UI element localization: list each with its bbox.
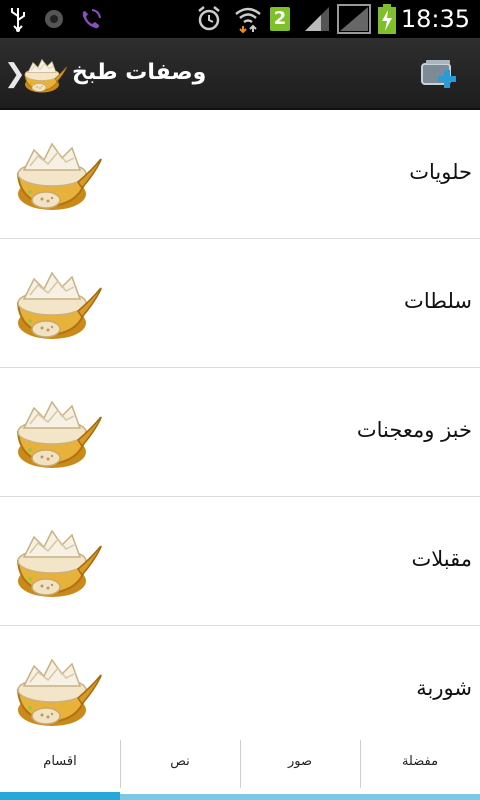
list-item-label: سلطات: [404, 289, 472, 313]
screen: 2 18:35 ❯ وصفات طبخ حلويات سلطات خبز ومع…: [0, 0, 480, 800]
category-list: حلويات سلطات خبز ومعجنات مقبلات شوربة: [0, 110, 480, 740]
signal-icon: [302, 0, 332, 38]
list-item-label: حلويات: [409, 160, 472, 184]
list-item-label: شوربة: [416, 676, 472, 700]
wifi-icon: [233, 0, 263, 38]
list-item-label: خبز ومعجنات: [356, 418, 472, 442]
bottom-tab-bar: اقسام نص صور مفضلة: [0, 740, 480, 800]
voicemail-icon: [42, 0, 66, 38]
tab-indicator: [240, 794, 360, 800]
sim-badge-icon: 2: [268, 0, 292, 38]
tab-label: صور: [287, 754, 313, 769]
cooking-bowl-icon: [8, 646, 104, 732]
list-item-bread-pastries[interactable]: خبز ومعجنات: [0, 368, 480, 497]
list-item-salads[interactable]: سلطات: [0, 239, 480, 368]
list-item-desserts[interactable]: حلويات: [0, 110, 480, 239]
tab-label: اقسام: [43, 754, 77, 769]
tab-favorites[interactable]: مفضلة: [360, 740, 480, 800]
cooking-bowl-icon: [8, 388, 104, 474]
signal-empty-icon: [336, 0, 372, 38]
tab-label: مفضلة: [401, 754, 439, 769]
cooking-bowl-icon: [8, 517, 104, 603]
status-bar: 2 18:35: [0, 0, 480, 38]
tab-images[interactable]: صور: [240, 740, 360, 800]
notification-count: 2: [270, 7, 290, 31]
list-item-appetizers[interactable]: مقبلات: [0, 497, 480, 626]
usb-icon: [6, 0, 30, 38]
tab-text[interactable]: نص: [120, 740, 240, 800]
list-item-soup[interactable]: شوربة: [0, 626, 480, 740]
app-title: وصفات طبخ: [72, 60, 207, 85]
action-bar: ❯ وصفات طبخ: [0, 38, 480, 110]
battery-charging-icon: [376, 0, 398, 38]
tab-indicator: [360, 794, 480, 800]
list-item-label: مقبلات: [411, 547, 472, 571]
cooking-bowl-icon: [8, 259, 104, 345]
cooking-bowl-icon: [8, 130, 104, 216]
app-logo-icon[interactable]: [20, 52, 68, 96]
add-to-home-icon[interactable]: [418, 56, 462, 92]
tab-label: نص: [170, 754, 190, 769]
tab-indicator: [120, 794, 240, 800]
alarm-icon: [195, 0, 223, 38]
clock: 18:35: [400, 5, 470, 33]
viber-icon: [78, 0, 104, 38]
tab-indicator-active: [0, 792, 120, 800]
tab-sections[interactable]: اقسام: [0, 740, 120, 800]
